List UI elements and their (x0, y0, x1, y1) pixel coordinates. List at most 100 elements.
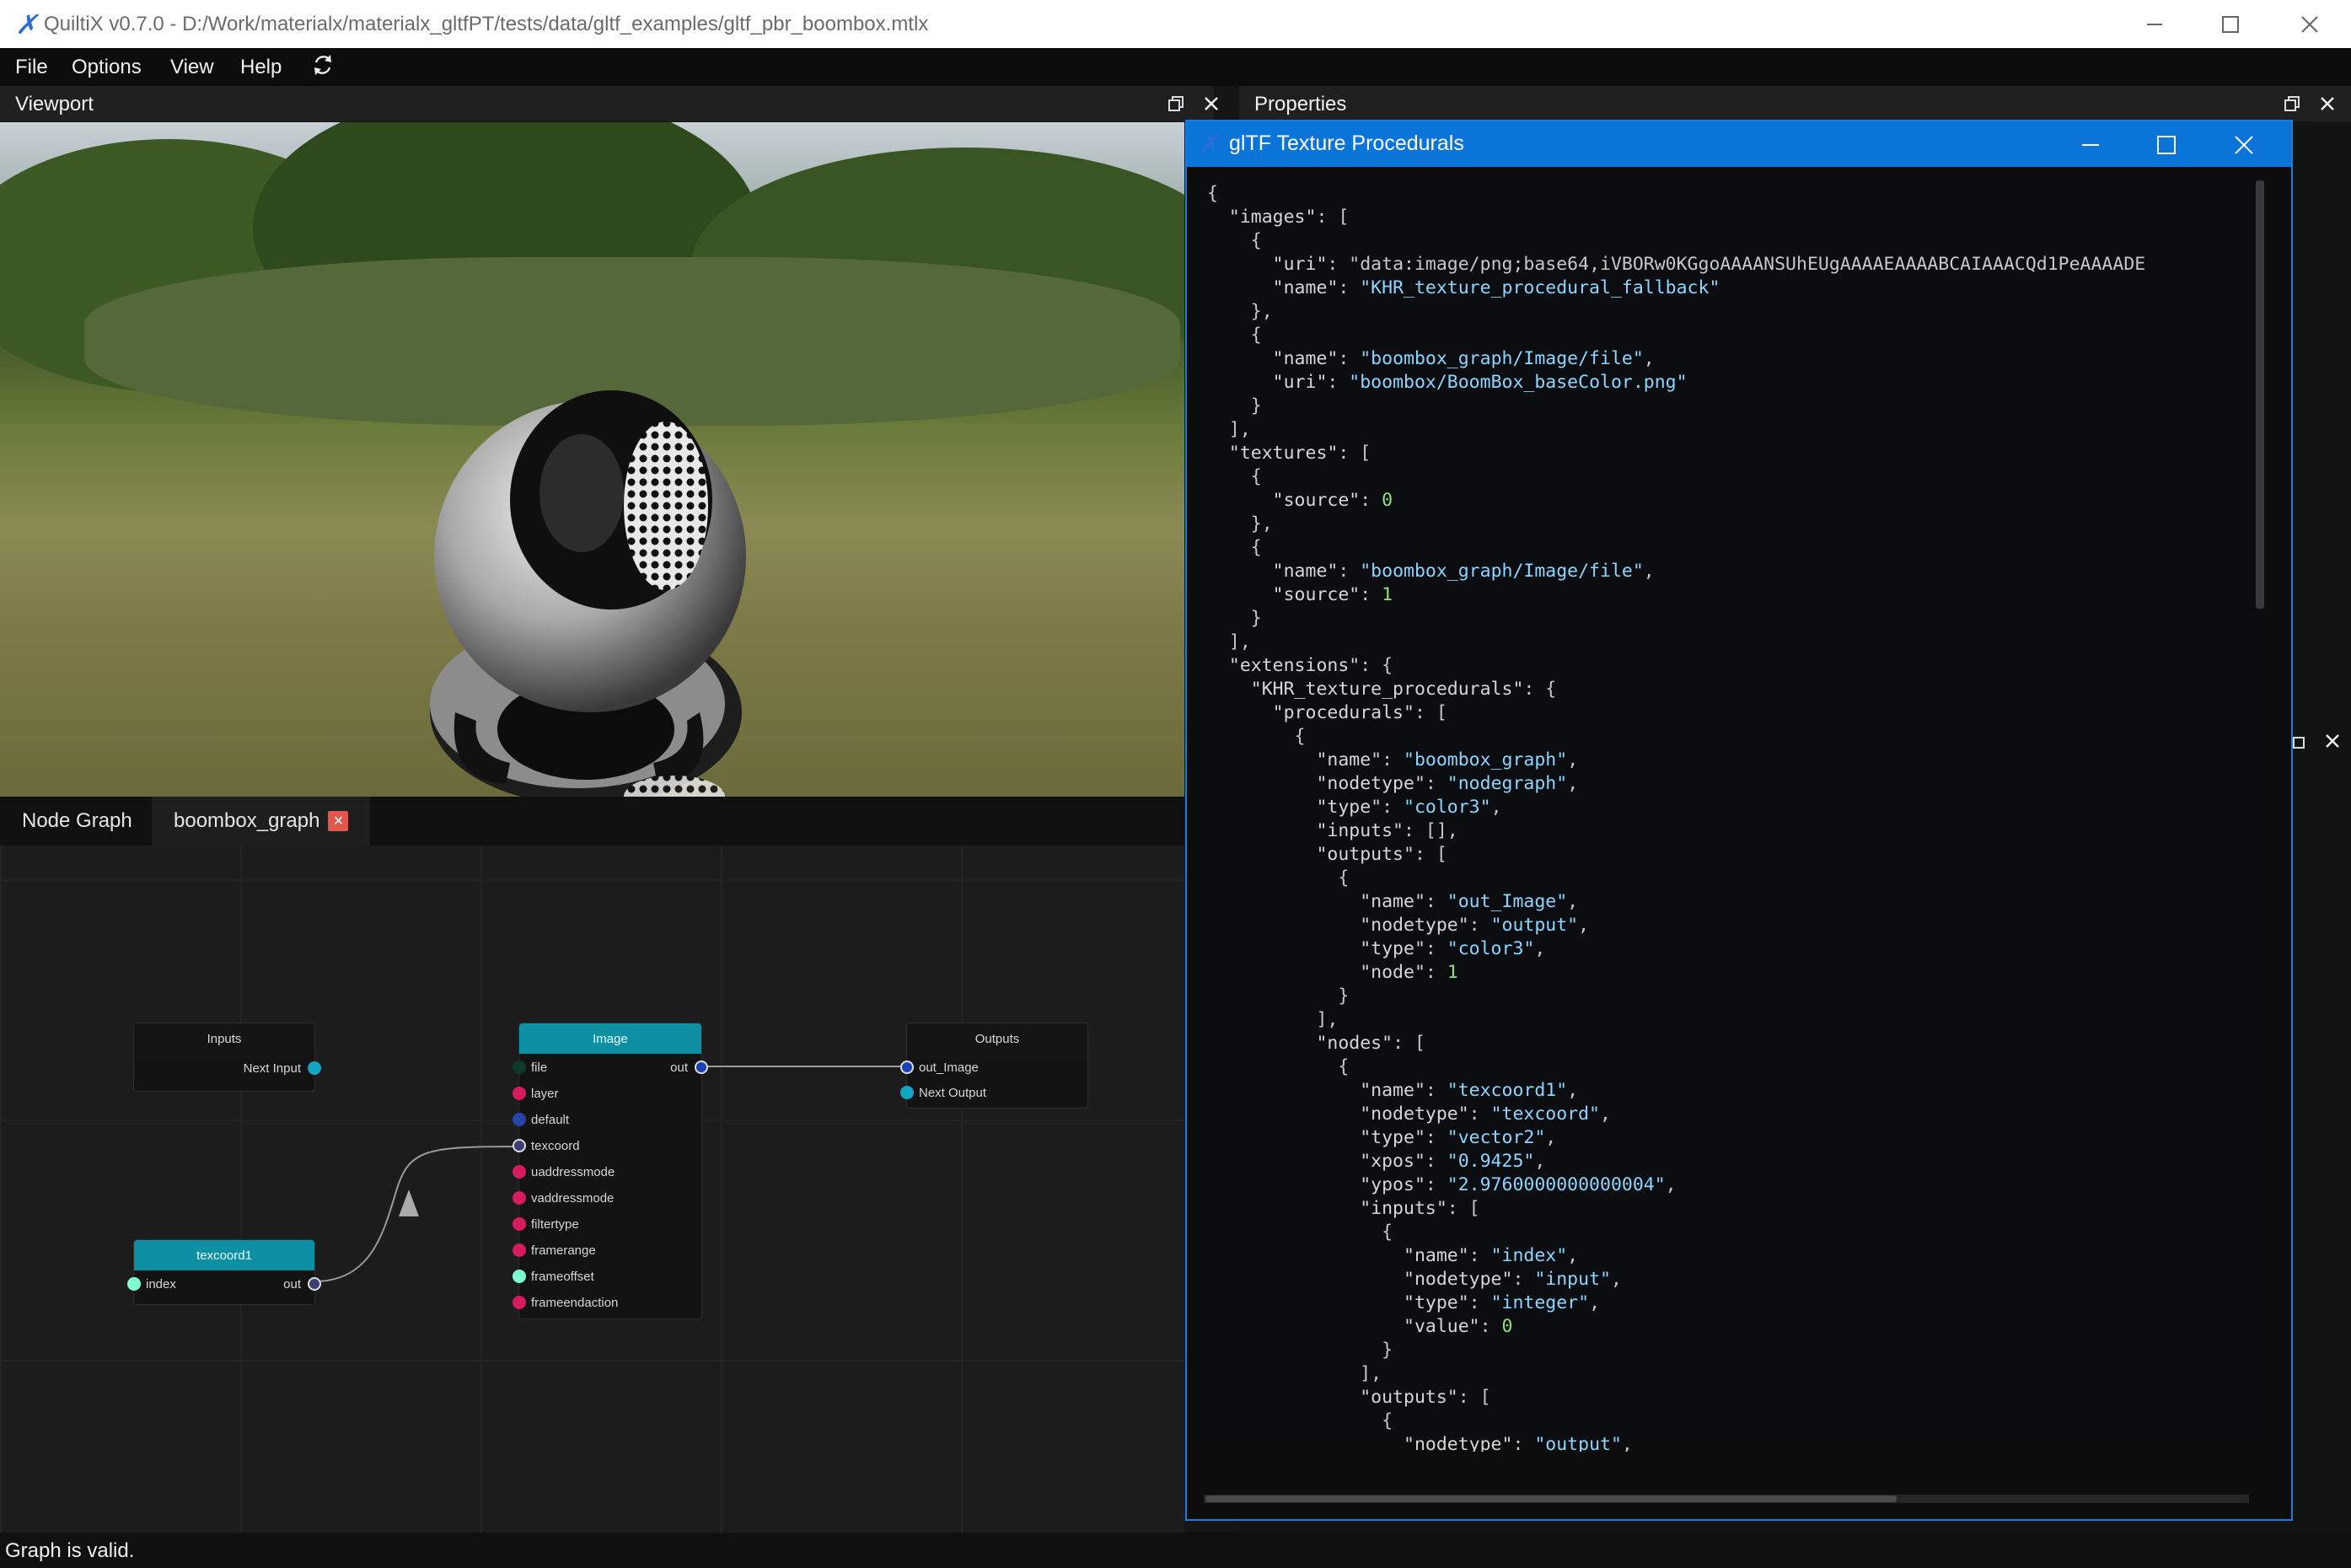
pin-dot-icon[interactable] (308, 1277, 321, 1291)
close-button[interactable] (2272, 0, 2348, 48)
menu-options[interactable]: Options (72, 56, 142, 79)
menu-view[interactable]: View (170, 56, 214, 79)
image-node[interactable]: Image out file layer default texcoord ua… (513, 1023, 708, 1319)
status-bar: Graph is valid. (0, 1533, 2351, 1568)
inputs-node[interactable]: Inputs Next Input (133, 1023, 321, 1092)
pin-dot-icon[interactable] (513, 1087, 526, 1100)
layer-pin[interactable]: layer (513, 1085, 559, 1102)
close-dock-icon[interactable] (1200, 93, 1222, 115)
gltf-dialog[interactable]: ✗ glTF Texture Procedurals { "images": [… (1185, 120, 2293, 1521)
dialog-title-bar[interactable]: ✗ glTF Texture Procedurals (1187, 121, 2291, 167)
next-input-label: Next Input (243, 1061, 301, 1076)
json-line: "source": 0 (1272, 490, 1393, 511)
pin-dot-icon[interactable] (513, 1061, 526, 1074)
uaddressmode-pin-label: uaddressmode (531, 1164, 615, 1179)
viewport-3d[interactable] (0, 122, 1184, 797)
frameendaction-pin[interactable]: frameendaction (513, 1294, 618, 1311)
image-node-header[interactable]: Image (519, 1023, 701, 1054)
maximize-button[interactable] (2156, 135, 2177, 159)
uaddressmode-pin[interactable]: uaddressmode (513, 1163, 615, 1180)
json-line: { (1207, 183, 1218, 204)
pin-dot-icon[interactable] (127, 1277, 141, 1291)
pin-dot-icon[interactable] (513, 1296, 526, 1309)
json-line: ], (1207, 631, 1251, 652)
json-line: "outputs": [ (1360, 1387, 1491, 1408)
pin-dot-icon[interactable] (900, 1086, 914, 1099)
node-graph-tabbar: Node Graph boombox_graph × (0, 797, 1184, 846)
refresh-icon[interactable] (311, 52, 335, 83)
outputs-node-header[interactable]: Outputs (907, 1023, 1087, 1054)
close-dock-icon[interactable] (2316, 93, 2338, 115)
menu-help[interactable]: Help (240, 56, 282, 79)
json-line: "type": "color3", (1316, 797, 1502, 818)
close-icon (2301, 15, 2318, 33)
json-line: { (1207, 230, 1262, 251)
tab-node-graph-label: Node Graph (22, 809, 132, 832)
pin-dot-icon[interactable] (513, 1191, 526, 1205)
pin-dot-icon[interactable] (513, 1243, 526, 1257)
vaddressmode-pin[interactable]: vaddressmode (513, 1189, 614, 1206)
pin-dot-icon[interactable] (513, 1113, 526, 1126)
texcoord-pin[interactable]: texcoord (513, 1137, 580, 1154)
json-line: "name": "boombox_graph", (1316, 749, 1579, 771)
next-input-pin[interactable]: Next Input (243, 1060, 321, 1077)
texcoord-node-title: texcoord1 (196, 1248, 252, 1263)
maximize-button[interactable] (2193, 0, 2268, 48)
framerange-pin[interactable]: framerange (513, 1242, 596, 1259)
json-line: { (1207, 1222, 1393, 1243)
app-logo-icon: ✗ (15, 8, 38, 40)
pin-dot-icon[interactable] (513, 1139, 526, 1152)
minimize-button[interactable] (2117, 0, 2193, 48)
node-graph-canvas[interactable]: Inputs Next Input Image out file layer d… (0, 846, 1184, 1533)
texcoord-node[interactable]: texcoord1 index out (127, 1239, 321, 1305)
pin-dot-icon[interactable] (513, 1270, 526, 1283)
close-button[interactable] (2234, 135, 2254, 159)
default-pin[interactable]: default (513, 1111, 569, 1128)
frameoffset-pin[interactable]: frameoffset (513, 1268, 594, 1285)
file-pin[interactable]: file (513, 1059, 547, 1076)
out-image-pin[interactable]: out_Image (900, 1059, 979, 1076)
json-line: "images": [ (1228, 207, 1350, 228)
pin-dot-icon[interactable] (308, 1061, 321, 1075)
tab-boombox-graph-label: boombox_graph (174, 809, 320, 832)
pin-dot-icon[interactable] (513, 1217, 526, 1231)
json-line: } (1207, 985, 1350, 1007)
close-dock-icon[interactable] (2321, 730, 2343, 752)
index-pin[interactable]: index (127, 1275, 176, 1292)
vaddressmode-pin-label: vaddressmode (531, 1190, 615, 1206)
pin-dot-icon[interactable] (695, 1061, 708, 1074)
pin-dot-icon[interactable] (513, 1165, 526, 1179)
json-line: { (1207, 325, 1262, 346)
inputs-node-header[interactable]: Inputs (134, 1023, 314, 1054)
texcoord-out-pin[interactable]: out (283, 1275, 321, 1292)
horizontal-scrollbar[interactable] (1205, 1496, 1897, 1502)
json-line: }, (1207, 301, 1273, 322)
filtertype-pin[interactable]: filtertype (513, 1216, 579, 1232)
json-line: "nodetype": "texcoord", (1360, 1104, 1611, 1125)
menu-file[interactable]: File (15, 56, 48, 79)
tab-boombox-graph[interactable]: boombox_graph × (152, 797, 371, 846)
outputs-node[interactable]: Outputs out_Image Next Output (900, 1023, 1088, 1109)
filtertype-pin-label: filtertype (531, 1216, 579, 1232)
framerange-pin-label: framerange (531, 1243, 596, 1258)
json-line: "name": "out_Image", (1360, 891, 1579, 912)
undock-icon[interactable] (1165, 93, 1187, 115)
next-output-pin[interactable]: Next Output (900, 1084, 986, 1101)
pin-dot-icon[interactable] (900, 1061, 914, 1074)
minimize-icon (2147, 23, 2162, 25)
close-tab-icon[interactable]: × (328, 811, 349, 831)
vertical-scrollbar[interactable] (2256, 180, 2264, 609)
undock-icon[interactable] (2281, 93, 2303, 115)
json-line: "inputs": [ (1360, 1198, 1480, 1219)
image-node-title: Image (593, 1031, 628, 1046)
json-viewer[interactable]: { "images": [ { "uri": "data:image/png;b… (1199, 177, 2268, 1452)
image-out-pin[interactable]: out (670, 1059, 708, 1076)
tab-node-graph[interactable]: Node Graph (0, 797, 154, 846)
minimize-button[interactable] (2080, 135, 2101, 159)
texcoord-node-header[interactable]: texcoord1 (134, 1240, 314, 1270)
json-line: ], (1207, 1363, 1382, 1384)
json-line: "xpos": "0.9425", (1360, 1151, 1546, 1172)
json-line: "name": "texcoord1", (1360, 1080, 1579, 1101)
json-text[interactable]: { "images": [ { "uri": "data:image/png;b… (1207, 182, 2252, 1452)
viewport-dock-header: Viewport (0, 86, 1218, 121)
